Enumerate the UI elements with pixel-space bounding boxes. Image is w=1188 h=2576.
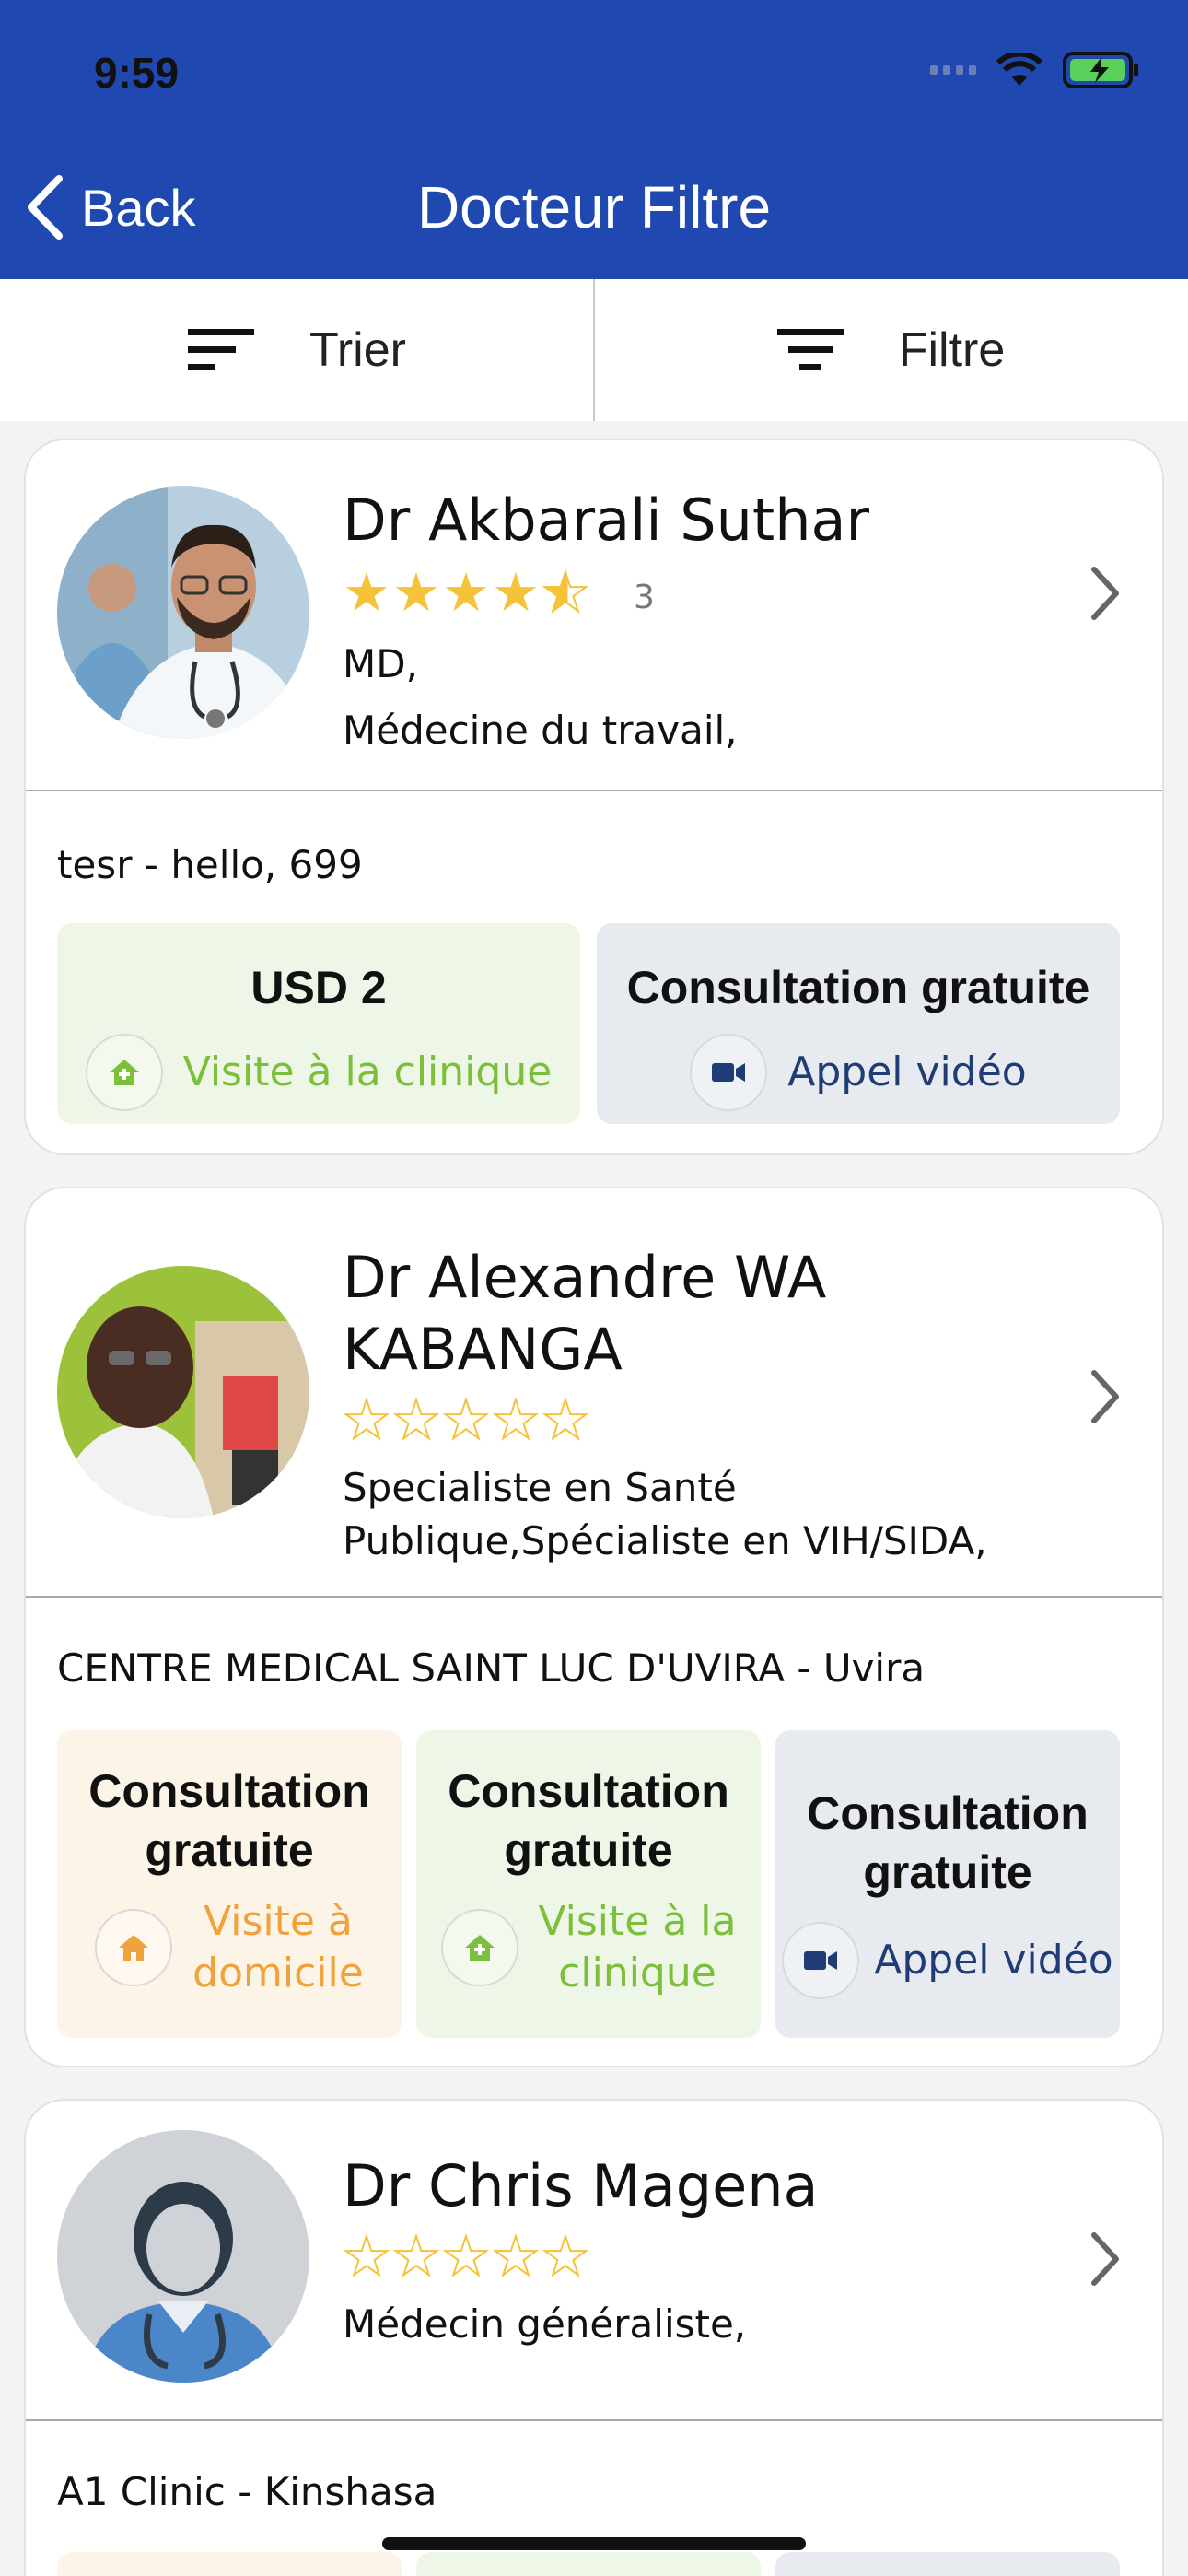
- card-divider: [26, 2419, 1162, 2421]
- filter-label: Filtre: [898, 323, 1006, 377]
- rating-stars: ★ ★ ★ ★ ★: [342, 1388, 590, 1451]
- star-icon: ★: [392, 561, 440, 624]
- doctor-card[interactable]: Dr Chris Magena ★ ★ ★ ★ ★ Médecin généra…: [24, 2099, 1164, 2576]
- video-camera-icon: [690, 1034, 768, 1111]
- doctor-avatar: [57, 2130, 309, 2383]
- status-time: 9:59: [94, 49, 180, 97]
- rating-count: 3: [634, 579, 655, 616]
- consult-price: Consultation gratuite: [626, 962, 1090, 1013]
- star-outline-icon: ★: [491, 2225, 541, 2288]
- filter-icon: [776, 329, 844, 370]
- consult-option-clinic[interactable]: [416, 2552, 761, 2576]
- wifi-icon: [996, 53, 1042, 88]
- consult-type: Visite à la: [538, 1898, 737, 1945]
- consult-option-video[interactable]: [775, 2552, 1120, 2576]
- clinic-home-icon: [440, 1909, 518, 1986]
- consult-price: gratuite: [863, 1846, 1032, 1898]
- card-divider: [26, 1596, 1162, 1598]
- doctor-specialty: Médecine du travail,: [343, 708, 738, 753]
- star-outline-icon: ★: [342, 1388, 391, 1451]
- doctor-avatar: [57, 1266, 309, 1518]
- clinic-home-icon: [85, 1034, 163, 1111]
- sort-icon: [188, 329, 255, 370]
- star-outline-icon: ★: [391, 1388, 441, 1451]
- consult-option-home[interactable]: Consultation gratuite Visite à domicile: [57, 1730, 402, 2038]
- video-camera-icon: [782, 1922, 860, 1999]
- doctor-name: Dr Akbarali Suthar: [343, 486, 869, 554]
- doctor-name: Dr Chris Magena: [343, 2152, 819, 2219]
- consult-price: Consultation: [88, 1765, 370, 1817]
- consult-type: Visite à la clinique: [182, 1048, 553, 1095]
- consult-option-home[interactable]: [57, 2552, 402, 2576]
- status-icons: [930, 52, 1140, 88]
- doctor-specialty: Médecin généraliste,: [343, 2301, 747, 2347]
- toolbar-divider: [593, 279, 595, 421]
- star-outline-icon: ★: [342, 2225, 391, 2288]
- cellular-signal-icon: [930, 65, 976, 75]
- sort-button[interactable]: Trier: [0, 279, 594, 421]
- doctor-avatar: [57, 486, 309, 739]
- consult-type: Visite à: [204, 1898, 353, 1945]
- consult-price: gratuite: [145, 1824, 314, 1876]
- star-outline-icon: ★: [391, 2225, 441, 2288]
- doctor-specialty: Specialiste en Santé: [343, 1465, 737, 1510]
- filter-button[interactable]: Filtre: [594, 279, 1188, 421]
- home-icon: [95, 1909, 173, 1986]
- star-outline-icon: ★: [441, 2225, 491, 2288]
- consult-option-clinic[interactable]: Consultation gratuite Visite à la cliniq…: [416, 1730, 761, 2038]
- doctor-specialty: MD,: [343, 641, 418, 686]
- sort-filter-bar: Trier Filtre: [0, 279, 1188, 421]
- consult-type: domicile: [192, 1950, 364, 1996]
- star-outline-icon: ★: [541, 1388, 590, 1451]
- consult-option-clinic[interactable]: USD 2 Visite à la clinique: [57, 923, 580, 1124]
- battery-icon: [1063, 52, 1140, 88]
- star-outline-icon: ★: [541, 2225, 590, 2288]
- chevron-right-icon[interactable]: [1089, 566, 1122, 621]
- rating-stars: ★ ★ ★ ★ ★: [343, 561, 590, 624]
- chevron-right-icon[interactable]: [1089, 1369, 1122, 1424]
- consult-option-video[interactable]: Consultation gratuite Appel vidéo: [597, 923, 1120, 1124]
- app-header: 9:59 Back Docteur Filtre: [0, 0, 1188, 279]
- consult-type: clinique: [558, 1950, 716, 1996]
- star-icon: ★: [343, 561, 390, 624]
- consult-price: Consultation: [807, 1787, 1089, 1839]
- consult-option-video[interactable]: Consultation gratuite Appel vidéo: [775, 1730, 1120, 2038]
- sort-label: Trier: [309, 323, 406, 377]
- doctor-specialty: Publique,Spécialiste en VIH/SIDA,: [343, 1518, 987, 1563]
- star-outline-icon: ★: [441, 1388, 491, 1451]
- doctor-name: KABANGA: [343, 1316, 623, 1383]
- chevron-right-icon[interactable]: [1089, 2231, 1122, 2287]
- doctor-card[interactable]: Dr Akbarali Suthar ★ ★ ★ ★ ★ 3 MD, Médec…: [24, 439, 1164, 1155]
- star-icon: ★: [492, 561, 540, 624]
- home-indicator[interactable]: [382, 2537, 806, 2550]
- clinic-location: A1 Clinic - Kinshasa: [57, 2469, 437, 2514]
- consult-type: Appel vidéo: [787, 1048, 1027, 1095]
- page-title: Docteur Filtre: [416, 174, 772, 240]
- clinic-location: CENTRE MEDICAL SAINT LUC D'UVIRA - Uvira: [57, 1645, 926, 1691]
- doctor-card[interactable]: Dr Alexandre WA KABANGA ★ ★ ★ ★ ★ Specia…: [24, 1187, 1164, 2067]
- consult-price: USD 2: [250, 962, 387, 1013]
- consult-price: Consultation: [448, 1765, 729, 1817]
- rating-stars: ★ ★ ★ ★ ★: [342, 2225, 590, 2288]
- star-outline-icon: ★: [491, 1388, 541, 1451]
- card-divider: [26, 790, 1162, 791]
- consult-type: Appel vidéo: [874, 1937, 1113, 1984]
- clinic-location: tesr - hello, 699: [57, 842, 363, 887]
- half-star-icon: ★: [541, 561, 590, 624]
- doctor-name: Dr Alexandre WA: [343, 1244, 827, 1311]
- consult-price: gratuite: [504, 1824, 673, 1876]
- star-icon: ★: [442, 561, 490, 624]
